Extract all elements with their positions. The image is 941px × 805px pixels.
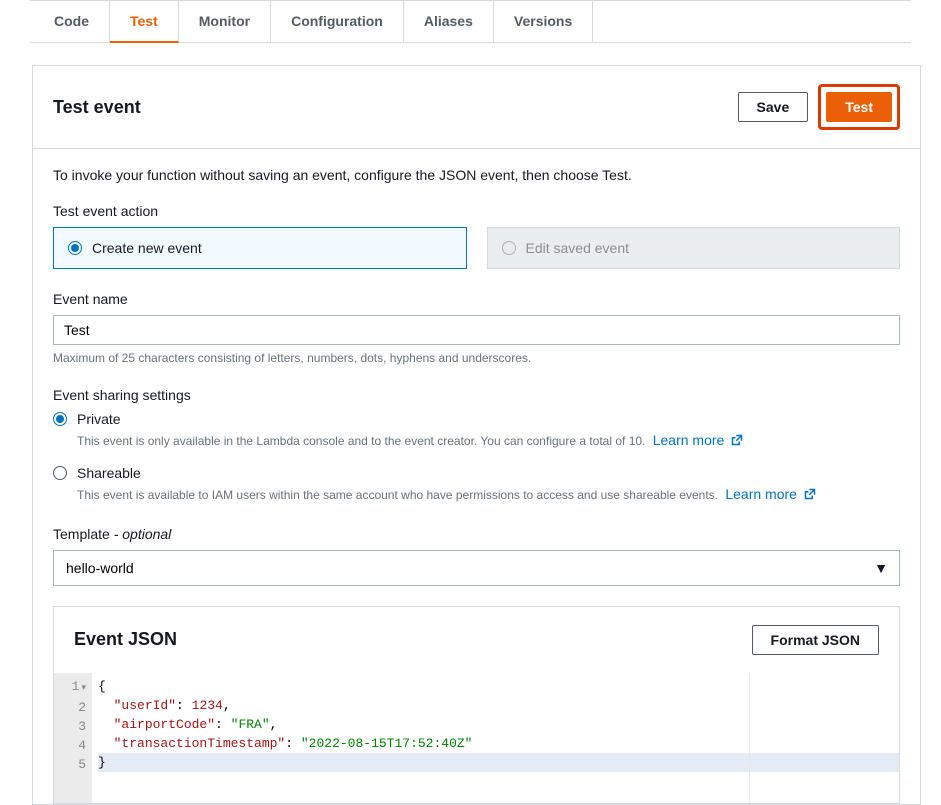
json-editor[interactable]: 1 2 3 4 5 { "userId": 1234, "airportCode… bbox=[54, 673, 899, 803]
tab-test[interactable]: Test bbox=[110, 1, 179, 43]
radio-edit-label: Edit saved event bbox=[526, 240, 630, 256]
shareable-learn-more-link[interactable]: Learn more bbox=[725, 486, 815, 502]
test-event-panel: Test event Save Test To invoke your func… bbox=[32, 65, 921, 805]
event-json-panel: Event JSON Format JSON 1 2 3 4 5 { "user bbox=[53, 606, 900, 804]
code-area[interactable]: { "userId": 1234, "airportCode": "FRA", … bbox=[92, 673, 899, 803]
radio-unselected-icon bbox=[53, 466, 67, 480]
test-event-action-label: Test event action bbox=[53, 203, 900, 219]
external-link-icon bbox=[731, 430, 743, 442]
test-button[interactable]: Test bbox=[826, 92, 892, 122]
event-name-help: Maximum of 25 characters consisting of l… bbox=[53, 351, 900, 365]
intro-text: To invoke your function without saving a… bbox=[53, 167, 900, 183]
private-description: This event is only available in the Lamb… bbox=[77, 429, 900, 451]
shareable-description: This event is available to IAM users wit… bbox=[77, 483, 900, 505]
save-button[interactable]: Save bbox=[738, 92, 809, 122]
sharing-settings-label: Event sharing settings bbox=[53, 387, 900, 403]
radio-shareable[interactable]: Shareable bbox=[53, 465, 900, 481]
radio-selected-icon bbox=[53, 412, 67, 426]
private-label: Private bbox=[77, 411, 121, 427]
radio-private[interactable]: Private bbox=[53, 411, 900, 427]
test-button-highlight: Test bbox=[818, 84, 900, 130]
panel-title: Test event bbox=[53, 97, 141, 118]
radio-selected-icon bbox=[68, 241, 82, 255]
shareable-label: Shareable bbox=[77, 465, 141, 481]
template-label: Template - optional bbox=[53, 526, 900, 542]
tab-configuration[interactable]: Configuration bbox=[271, 1, 404, 42]
tab-bar: Code Test Monitor Configuration Aliases … bbox=[30, 1, 911, 43]
event-json-title: Event JSON bbox=[74, 629, 177, 650]
radio-disabled-icon bbox=[502, 241, 516, 255]
template-select[interactable]: hello-world bbox=[53, 550, 900, 586]
radio-create-new-event[interactable]: Create new event bbox=[53, 227, 467, 269]
tab-monitor[interactable]: Monitor bbox=[179, 1, 271, 42]
event-name-label: Event name bbox=[53, 291, 900, 307]
external-link-icon bbox=[804, 484, 816, 496]
radio-create-label: Create new event bbox=[92, 240, 202, 256]
event-name-input[interactable] bbox=[53, 315, 900, 345]
radio-edit-saved-event: Edit saved event bbox=[487, 227, 901, 269]
private-learn-more-link[interactable]: Learn more bbox=[653, 432, 743, 448]
line-gutter: 1 2 3 4 5 bbox=[54, 673, 92, 803]
tab-aliases[interactable]: Aliases bbox=[404, 1, 494, 42]
format-json-button[interactable]: Format JSON bbox=[752, 625, 879, 655]
tab-code[interactable]: Code bbox=[30, 1, 110, 42]
tab-versions[interactable]: Versions bbox=[494, 1, 593, 42]
